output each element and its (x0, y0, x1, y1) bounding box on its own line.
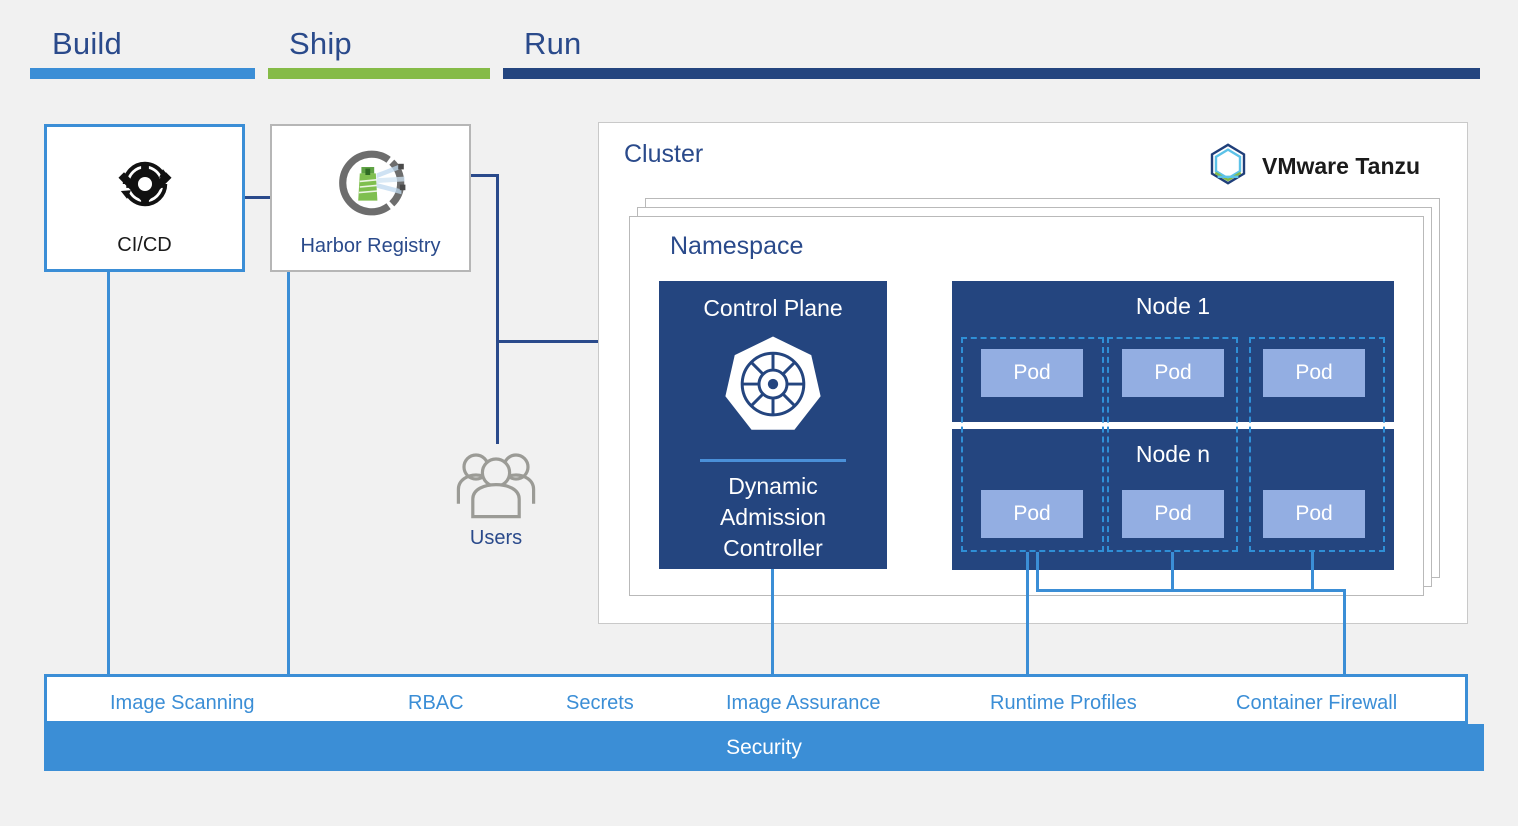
connector-harbor-vertical (496, 174, 499, 340)
dac-line-2: Admission (719, 504, 827, 530)
phase-build-bar (30, 68, 255, 79)
dac-line-1: Dynamic (728, 473, 818, 499)
connector-harbor-right (469, 174, 499, 177)
control-plane-box[interactable]: Control Plane Dynamic Admission Controll… (659, 281, 887, 569)
security-bar-label: Security (726, 735, 802, 759)
connector-image-assurance (771, 569, 774, 674)
connector-pod-bus (1036, 589, 1346, 592)
users-label: Users (469, 527, 523, 549)
cicd-label: CI/CD (117, 234, 172, 256)
node-1-title: Node 1 (1135, 293, 1211, 319)
harbor-lighthouse-icon (272, 142, 469, 224)
security-bar: Security (44, 724, 1484, 771)
phase-build-label: Build (52, 26, 122, 61)
harbor-registry-card[interactable]: Harbor Registry (270, 124, 471, 272)
security-item-runtime-profiles[interactable]: Runtime Profiles (990, 692, 1137, 715)
security-item-image-assurance[interactable]: Image Assurance (726, 692, 881, 715)
users-group-icon (452, 446, 540, 525)
security-item-container-firewall[interactable]: Container Firewall (1236, 692, 1397, 715)
connector-cicd-harbor (243, 196, 272, 199)
connector-runtime-profiles-a (1026, 552, 1029, 674)
connector-bus-riser-left (1036, 552, 1039, 592)
pod[interactable]: Pod (1263, 490, 1365, 538)
control-plane-title: Control Plane (703, 295, 843, 321)
pod[interactable]: Pod (1263, 349, 1365, 397)
pod[interactable]: Pod (981, 349, 1083, 397)
vmware-tanzu-brand: VMware Tanzu (1204, 140, 1420, 193)
phase-run-bar (503, 68, 1480, 79)
connector-pod-f-down (1311, 552, 1314, 589)
dynamic-admission-controller-label: Dynamic Admission Controller (659, 471, 887, 564)
connector-harbor-down (287, 272, 290, 674)
connector-image-scanning (107, 272, 110, 674)
pod[interactable]: Pod (1122, 490, 1224, 538)
phase-ship-bar (268, 68, 490, 79)
cluster-title: Cluster (624, 140, 704, 168)
control-plane-divider (700, 459, 846, 462)
gear-refresh-icon (47, 143, 242, 225)
connector-pod-e-down (1171, 552, 1174, 589)
vmware-tanzu-label: VMware Tanzu (1262, 153, 1421, 179)
pod[interactable]: Pod (1122, 349, 1224, 397)
cicd-card[interactable]: CI/CD (44, 124, 245, 272)
phase-run-label: Run (524, 26, 582, 61)
pod[interactable]: Pod (981, 490, 1083, 538)
namespace-title: Namespace (670, 232, 804, 260)
tanzu-hexagon-icon (1204, 140, 1252, 193)
security-item-rbac[interactable]: RBAC (408, 692, 464, 715)
security-item-image-scanning[interactable]: Image Scanning (110, 692, 255, 715)
diagram-canvas: Build Ship Run CI/CD Harbor Registry Use… (0, 0, 1518, 826)
connector-to-users (496, 340, 499, 444)
kubernetes-helm-icon (659, 329, 887, 441)
connector-container-firewall (1343, 589, 1346, 674)
users-group[interactable]: Users (452, 446, 540, 550)
dac-line-3: Controller (723, 535, 823, 561)
harbor-registry-label: Harbor Registry (300, 235, 441, 257)
security-item-secrets[interactable]: Secrets (566, 692, 634, 715)
phase-ship-label: Ship (289, 26, 352, 61)
